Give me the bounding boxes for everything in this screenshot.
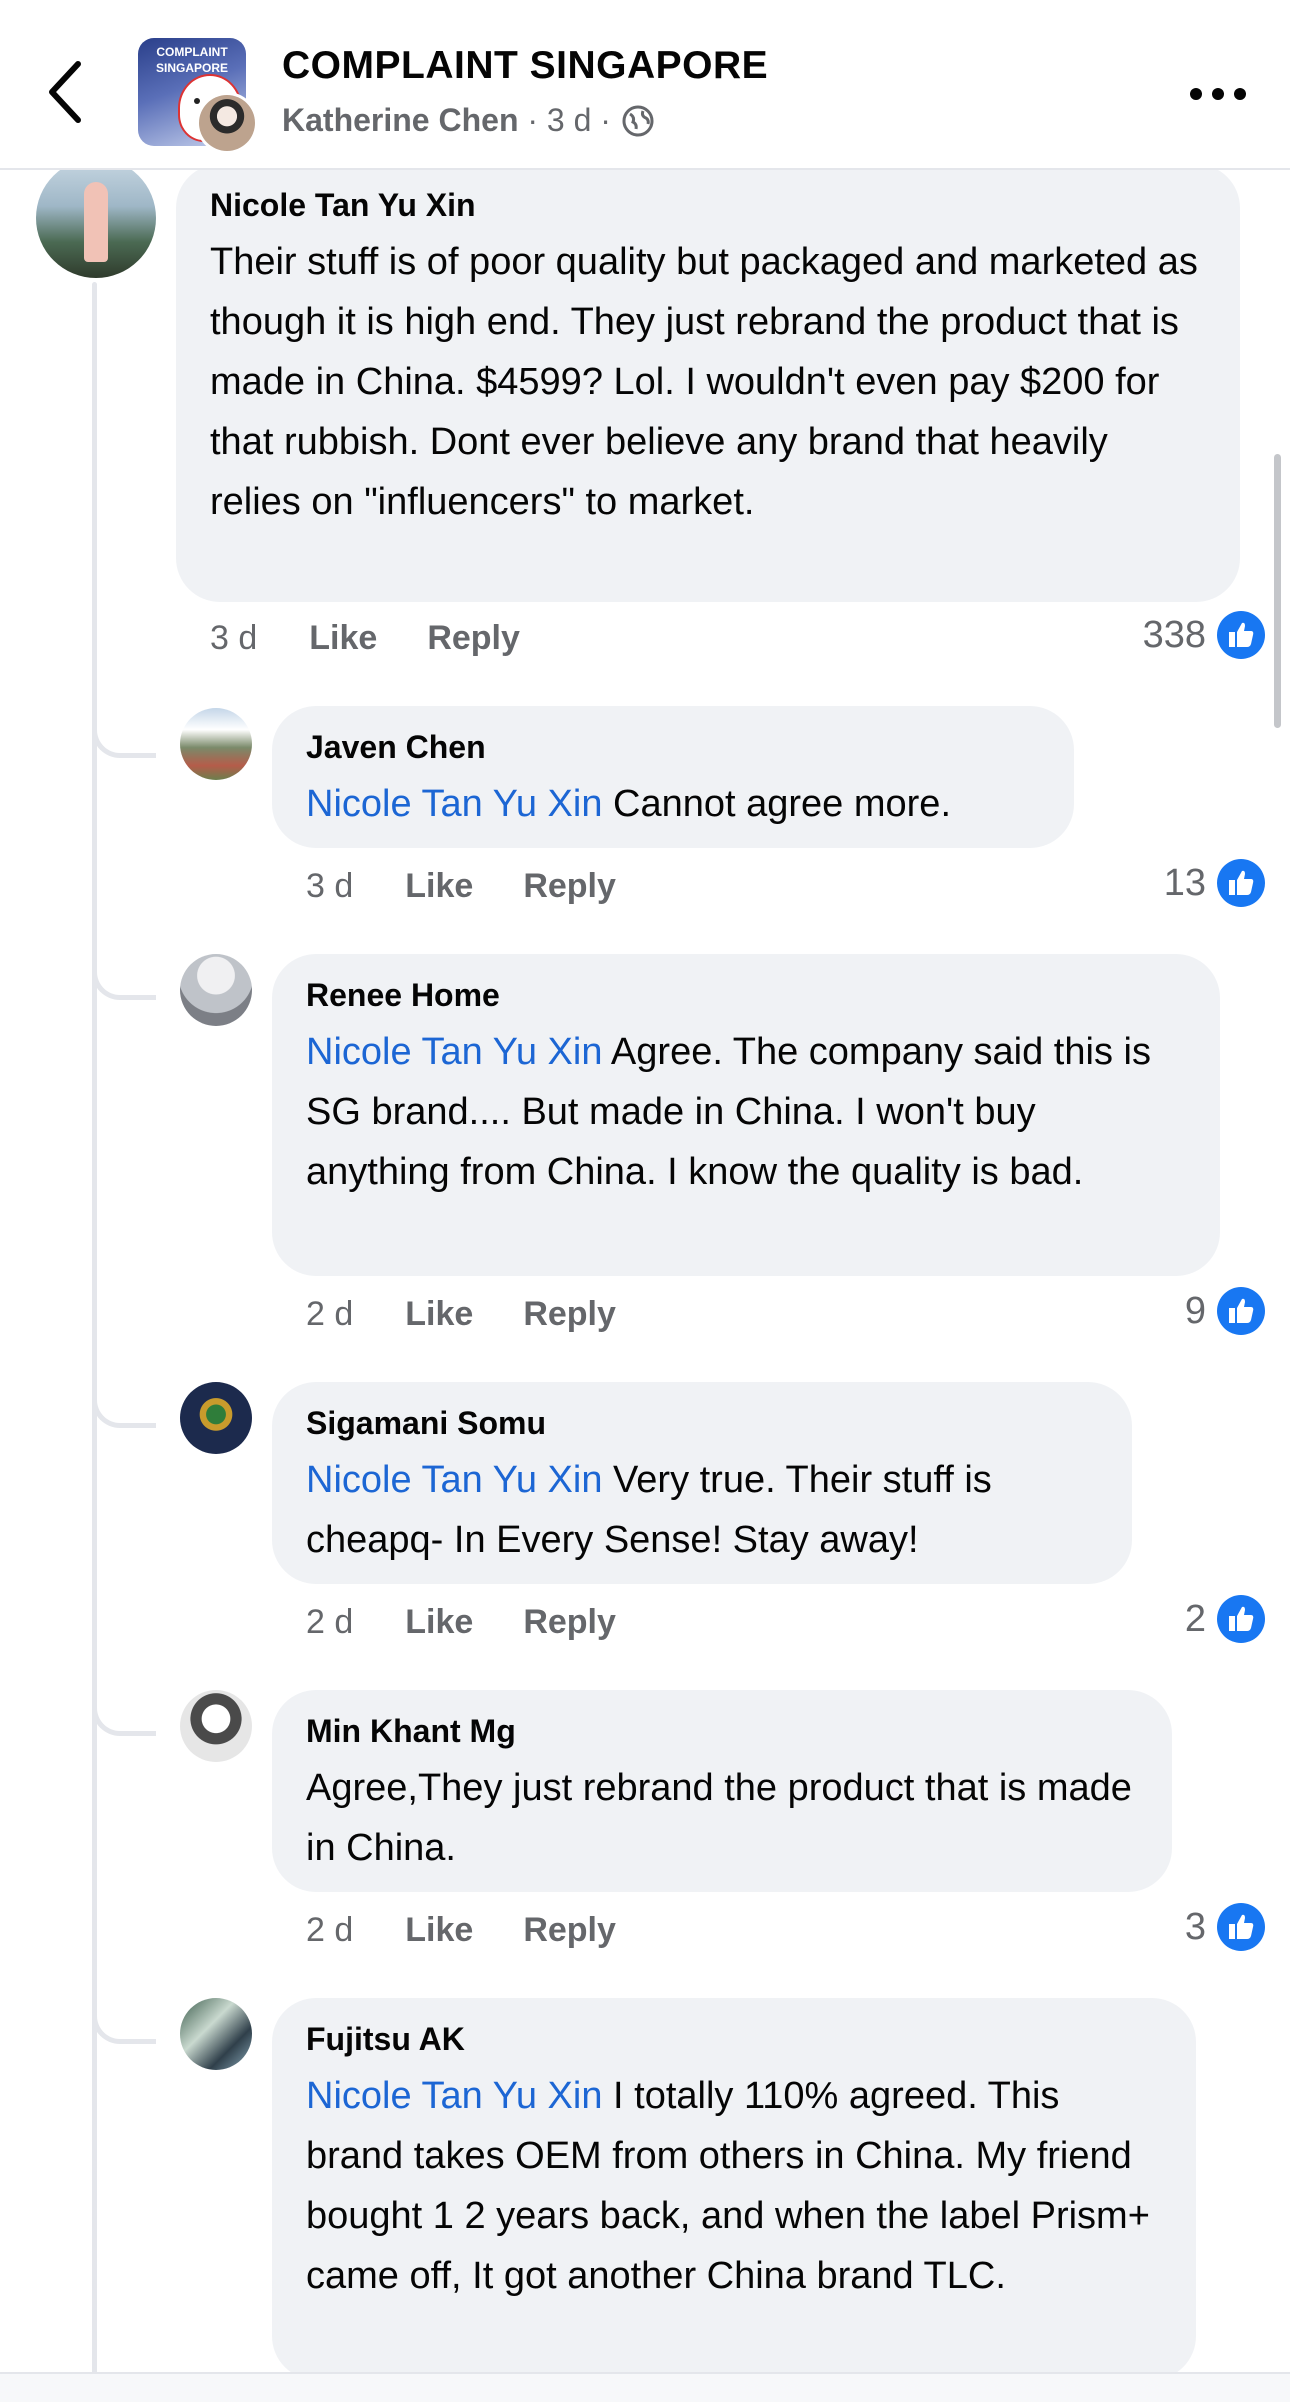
- scrollbar[interactable]: [1274, 454, 1281, 728]
- comment-bubble: Nicole Tan Yu Xin Their stuff is of poor…: [176, 164, 1240, 602]
- comment-bubble: Javen Chen Nicole Tan Yu Xin Cannot agre…: [272, 706, 1074, 848]
- thread-connector: [92, 1994, 156, 2044]
- more-options-button[interactable]: [1186, 74, 1250, 114]
- group-avatar-text: COMPLAINT SINGAPORE: [155, 45, 228, 75]
- commenter-name[interactable]: Nicole Tan Yu Xin: [210, 186, 1206, 224]
- meta-separator: ·: [527, 102, 539, 138]
- commenter-name[interactable]: Sigamani Somu: [306, 1404, 1098, 1442]
- group-name[interactable]: COMPLAINT SINGAPORE: [282, 44, 768, 88]
- like-icon: [1217, 611, 1265, 659]
- reaction-count: 13: [1163, 861, 1206, 904]
- thread-connector: [92, 950, 156, 1000]
- mention-link[interactable]: Nicole Tan Yu Xin: [306, 1459, 602, 1501]
- post-header: COMPLAINT SINGAPORE COMPLAINT SINGAPORE …: [0, 0, 1290, 170]
- reaction-count: 3: [1184, 1905, 1206, 1948]
- comment-time[interactable]: 2 d: [306, 1603, 353, 1642]
- comment-text: Nicole Tan Yu Xin Agree. The company sai…: [306, 1031, 1151, 1193]
- comment-bubble: Min Khant Mg Agree,They just rebrand the…: [272, 1690, 1172, 1892]
- comment-time[interactable]: 2 d: [306, 1911, 353, 1950]
- avatar[interactable]: [36, 158, 156, 278]
- reaction-count: 9: [1184, 1289, 1206, 1332]
- comment-text: Agree,They just rebrand the product that…: [306, 1767, 1132, 1869]
- like-icon: [1217, 1903, 1265, 1951]
- commenter-name[interactable]: Min Khant Mg: [306, 1712, 1138, 1750]
- globe-icon: [622, 105, 654, 136]
- comment-actions: 2 d Like Reply: [306, 1600, 666, 1644]
- comment-text: Nicole Tan Yu Xin Cannot agree more.: [306, 783, 951, 825]
- mention-link[interactable]: Nicole Tan Yu Xin: [306, 1031, 602, 1073]
- reaction-count: 2: [1184, 1597, 1206, 1640]
- comment-text: Nicole Tan Yu Xin Very true. Their stuff…: [306, 1459, 992, 1561]
- post-author[interactable]: Katherine Chen: [282, 102, 518, 139]
- like-icon: [1217, 1595, 1265, 1643]
- comment-actions: 2 d Like Reply: [306, 1292, 666, 1336]
- reply-button[interactable]: Reply: [523, 1295, 616, 1334]
- reaction-summary[interactable]: 9: [1185, 1286, 1266, 1336]
- avatar[interactable]: [180, 708, 252, 780]
- comment-time[interactable]: 3 d: [306, 867, 353, 906]
- avatar[interactable]: [180, 1998, 252, 2070]
- avatar[interactable]: [180, 1382, 252, 1454]
- back-button[interactable]: [38, 52, 98, 132]
- like-button[interactable]: Like: [405, 1603, 473, 1642]
- reply-button[interactable]: Reply: [523, 1603, 616, 1642]
- comment-bubble: Sigamani Somu Nicole Tan Yu Xin Very tru…: [272, 1382, 1132, 1584]
- mention-link[interactable]: Nicole Tan Yu Xin: [306, 2075, 602, 2117]
- avatar[interactable]: [180, 954, 252, 1026]
- comment-actions: 3 d Like Reply: [210, 616, 570, 660]
- comment-actions: 2 d Like Reply: [306, 1908, 666, 1952]
- author-avatar[interactable]: [196, 92, 258, 154]
- comment-bubble: Renee Home Nicole Tan Yu Xin Agree. The …: [272, 954, 1220, 1276]
- comment-bubble: Fujitsu AK Nicole Tan Yu Xin I totally 1…: [272, 1998, 1196, 2380]
- like-button[interactable]: Like: [405, 1911, 473, 1950]
- reply-button[interactable]: Reply: [523, 1911, 616, 1950]
- comment-text: Their stuff is of poor quality but packa…: [210, 241, 1198, 523]
- back-arrow-icon: [49, 61, 81, 123]
- reply-button[interactable]: Reply: [523, 867, 616, 906]
- like-button[interactable]: Like: [405, 1295, 473, 1334]
- comment-time[interactable]: 2 d: [306, 1295, 353, 1334]
- comment-time[interactable]: 3 d: [210, 619, 257, 658]
- thread-connector: [92, 1686, 156, 1736]
- commenter-name[interactable]: Renee Home: [306, 976, 1186, 1014]
- post-meta: Katherine Chen · 3 d ·: [282, 102, 655, 139]
- comment-text: Nicole Tan Yu Xin I totally 110% agreed.…: [306, 2075, 1150, 2297]
- avatar[interactable]: [180, 1690, 252, 1762]
- commenter-name[interactable]: Javen Chen: [306, 728, 1040, 766]
- meta-separator: ·: [600, 102, 611, 138]
- reaction-summary[interactable]: 13: [1164, 858, 1266, 908]
- like-icon: [1217, 1287, 1265, 1335]
- bottom-bar: [0, 2372, 1290, 2402]
- thread-connector: [92, 708, 156, 758]
- like-button[interactable]: Like: [309, 619, 377, 658]
- like-button[interactable]: Like: [405, 867, 473, 906]
- reaction-summary[interactable]: 2: [1185, 1594, 1266, 1644]
- comment-actions: 3 d Like Reply: [306, 864, 666, 908]
- reaction-summary[interactable]: 3: [1185, 1902, 1266, 1952]
- thread-line: [92, 282, 97, 2400]
- more-options-icon: [1190, 88, 1246, 100]
- like-icon: [1217, 859, 1265, 907]
- post-time[interactable]: 3 d: [547, 102, 591, 139]
- thread-connector: [92, 1378, 156, 1428]
- commenter-name[interactable]: Fujitsu AK: [306, 2020, 1162, 2058]
- reaction-summary[interactable]: 338: [1143, 610, 1266, 660]
- mention-link[interactable]: Nicole Tan Yu Xin: [306, 783, 602, 825]
- reaction-count: 338: [1142, 613, 1206, 656]
- reply-button[interactable]: Reply: [427, 619, 520, 658]
